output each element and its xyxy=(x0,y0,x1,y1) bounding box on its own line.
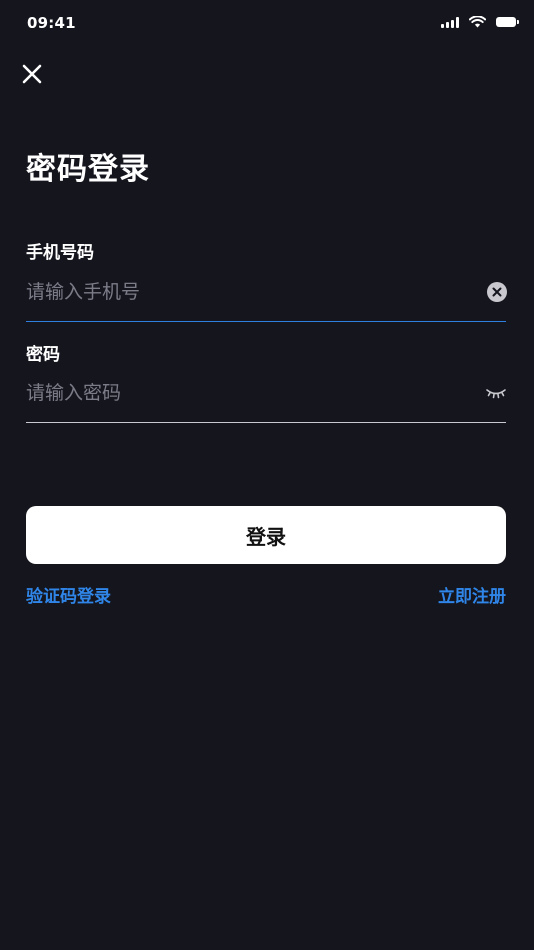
password-field-underline xyxy=(26,422,506,423)
clear-icon xyxy=(492,287,502,297)
sms-login-link[interactable]: 验证码登录 xyxy=(26,582,111,607)
status-bar: 09:41 xyxy=(0,0,534,48)
password-visibility-toggle[interactable] xyxy=(485,385,507,401)
wifi-icon xyxy=(469,16,486,28)
close-icon xyxy=(22,64,42,84)
status-icons xyxy=(441,16,519,28)
status-time: 09:41 xyxy=(27,14,76,32)
battery-icon xyxy=(496,17,519,27)
clear-phone-button[interactable] xyxy=(487,282,507,302)
phone-field-label: 手机号码 xyxy=(26,243,94,263)
login-button[interactable]: 登录 xyxy=(26,506,506,564)
cellular-signal-icon xyxy=(441,16,459,28)
password-input[interactable] xyxy=(26,378,466,408)
register-link[interactable]: 立即注册 xyxy=(438,582,506,607)
close-button[interactable] xyxy=(20,62,44,86)
eye-closed-icon xyxy=(486,389,506,399)
page-title: 密码登录 xyxy=(26,152,150,187)
password-field-label: 密码 xyxy=(26,345,60,365)
phone-field-underline xyxy=(26,321,506,322)
phone-input[interactable] xyxy=(26,277,466,307)
